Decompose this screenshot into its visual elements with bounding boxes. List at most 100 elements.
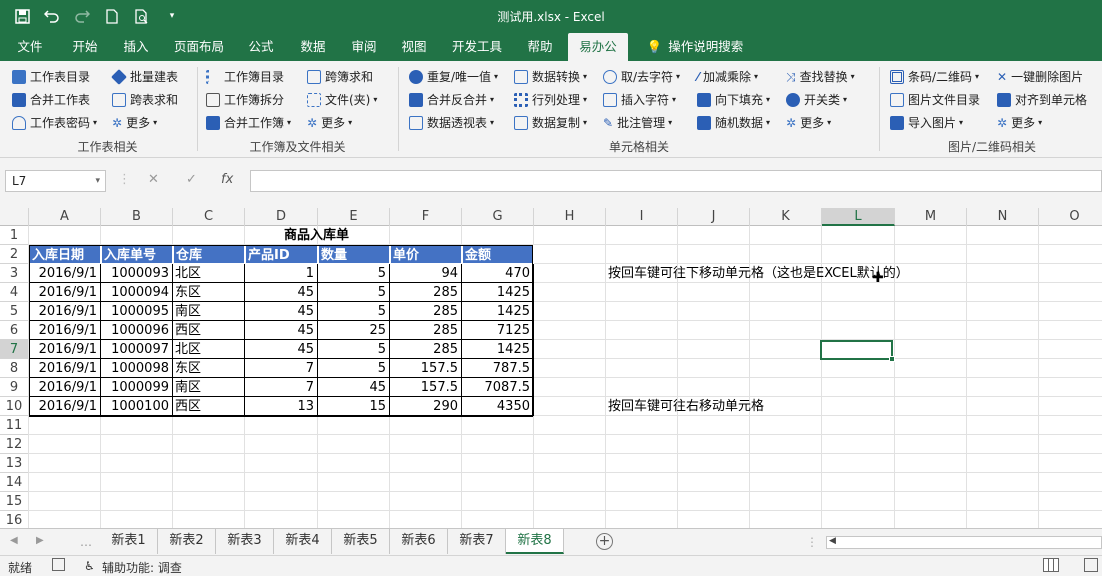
table-cell[interactable]: 45 xyxy=(245,340,318,359)
file-folder-button[interactable]: 文件(夹) ▾ xyxy=(307,90,377,110)
row-header-12[interactable]: 12 xyxy=(0,435,29,454)
sheet-tab-3[interactable]: 新表3 xyxy=(216,529,274,554)
table-cell[interactable]: 290 xyxy=(390,397,462,416)
extract-chars-button[interactable]: 取/去字符 ▾ xyxy=(603,67,680,87)
table-cell[interactable]: 285 xyxy=(390,340,462,359)
more-button-2[interactable]: ✲ 更多 ▾ xyxy=(307,113,352,133)
chevron-down-icon[interactable]: ▾ xyxy=(95,171,100,191)
tab-review[interactable]: 审阅 xyxy=(341,33,387,61)
import-images-button[interactable]: 导入图片 ▾ xyxy=(890,113,963,133)
table-header-cell[interactable]: 入库日期 xyxy=(29,245,101,264)
table-cell[interactable]: 2016/9/1 xyxy=(29,359,101,378)
column-header-d[interactable]: D xyxy=(245,208,318,226)
tab-insert[interactable]: 插入 xyxy=(113,33,159,61)
tab-home[interactable]: 开始 xyxy=(62,33,108,61)
table-cell[interactable]: 5 xyxy=(318,302,390,321)
table-cell[interactable]: 470 xyxy=(462,264,534,283)
formula-input[interactable] xyxy=(250,170,1102,192)
row-col-process-button[interactable]: 行列处理 ▾ xyxy=(514,90,587,110)
table-cell[interactable]: 1425 xyxy=(462,283,534,302)
batch-create-button[interactable]: 批量建表 xyxy=(111,67,178,87)
table-title[interactable]: 商品入库单 xyxy=(245,226,388,245)
workbook-split-button[interactable]: 工作簿拆分 xyxy=(206,90,284,110)
data-copy-button[interactable]: 数据复制 ▾ xyxy=(514,113,587,133)
column-header-h[interactable]: H xyxy=(534,208,606,226)
data-convert-button[interactable]: 数据转换 ▾ xyxy=(514,67,587,87)
table-header-cell[interactable]: 单价 xyxy=(390,245,462,264)
table-cell[interactable]: 南区 xyxy=(173,302,245,321)
table-cell[interactable]: 5 xyxy=(318,283,390,302)
scroll-right-icon[interactable]: ▶ xyxy=(36,535,44,546)
image-directory-button[interactable]: 图片文件目录 xyxy=(890,90,980,110)
column-header-n[interactable]: N xyxy=(967,208,1039,226)
align-to-cell-button[interactable]: 对齐到单元格 xyxy=(997,90,1087,110)
table-cell[interactable]: 7 xyxy=(245,359,318,378)
column-header-k[interactable]: K xyxy=(750,208,822,226)
enter-icon[interactable]: ✓ xyxy=(186,172,197,187)
row-header-8[interactable]: 8 xyxy=(0,359,29,378)
table-cell[interactable]: 1000099 xyxy=(101,378,173,397)
table-cell[interactable]: 45 xyxy=(318,378,390,397)
table-cell[interactable]: 2016/9/1 xyxy=(29,302,101,321)
table-cell[interactable]: 157.5 xyxy=(390,359,462,378)
sheet-tab-6[interactable]: 新表6 xyxy=(390,529,448,554)
table-cell[interactable]: 1000096 xyxy=(101,321,173,340)
table-cell[interactable]: 1000094 xyxy=(101,283,173,302)
sheet-tab-7[interactable]: 新表7 xyxy=(448,529,506,554)
more-button-3[interactable]: ✲ 更多 ▾ xyxy=(786,113,831,133)
table-cell[interactable]: 2016/9/1 xyxy=(29,321,101,340)
column-header-m[interactable]: M xyxy=(895,208,967,226)
table-cell[interactable]: 1000100 xyxy=(101,397,173,416)
cancel-icon[interactable]: ✕ xyxy=(148,172,159,187)
column-header-j[interactable]: J xyxy=(678,208,750,226)
table-cell[interactable]: 787.5 xyxy=(462,359,534,378)
workbook-directory-button[interactable]: 工作簿目录 xyxy=(206,67,284,87)
table-cell[interactable]: 13 xyxy=(245,397,318,416)
table-cell[interactable]: 北区 xyxy=(173,264,245,283)
table-cell[interactable]: 2016/9/1 xyxy=(29,397,101,416)
table-cell[interactable]: 西区 xyxy=(173,397,245,416)
row-header-11[interactable]: 11 xyxy=(0,416,29,435)
delete-images-button[interactable]: ✕ 一键删除图片 xyxy=(997,67,1083,87)
toggle-class-button[interactable]: 开关类 ▾ xyxy=(786,90,847,110)
table-cell[interactable]: 5 xyxy=(318,359,390,378)
row-header-15[interactable]: 15 xyxy=(0,492,29,511)
macro-record-icon[interactable] xyxy=(52,558,65,571)
table-cell[interactable]: 1 xyxy=(245,264,318,283)
table-header-cell[interactable]: 金额 xyxy=(462,245,534,264)
sheet-tab-8[interactable]: 新表8 xyxy=(506,529,564,554)
table-header-cell[interactable]: 数量 xyxy=(318,245,390,264)
tab-page-layout[interactable]: 页面布局 xyxy=(166,33,232,61)
table-cell[interactable]: 1000097 xyxy=(101,340,173,359)
table-cell[interactable]: 5 xyxy=(318,264,390,283)
column-header-b[interactable]: B xyxy=(101,208,173,226)
tab-file[interactable]: 文件 xyxy=(8,33,52,61)
insert-chars-button[interactable]: 插入字符 ▾ xyxy=(603,90,676,110)
sheet-tab-5[interactable]: 新表5 xyxy=(332,529,390,554)
row-header-2[interactable]: 2 xyxy=(0,245,29,264)
column-header-f[interactable]: F xyxy=(390,208,462,226)
tab-developer[interactable]: 开发工具 xyxy=(444,33,510,61)
column-header-e[interactable]: E xyxy=(318,208,390,226)
normal-view-icon[interactable] xyxy=(1043,558,1059,572)
fill-down-button[interactable]: 向下填充 ▾ xyxy=(697,90,770,110)
table-cell[interactable]: 2016/9/1 xyxy=(29,283,101,302)
scroll-left-icon[interactable]: ◀ xyxy=(10,535,18,546)
row-header-9[interactable]: 9 xyxy=(0,378,29,397)
table-cell[interactable]: 45 xyxy=(245,302,318,321)
column-header-c[interactable]: C xyxy=(173,208,245,226)
accessibility-icon[interactable]: ♿ xyxy=(84,559,95,573)
sheet-password-button[interactable]: 工作表密码 ▾ xyxy=(12,113,97,133)
page-layout-view-icon[interactable] xyxy=(1084,558,1098,572)
table-cell[interactable]: 7087.5 xyxy=(462,378,534,397)
row-header-14[interactable]: 14 xyxy=(0,473,29,492)
note-down[interactable]: 按回车键可往下移动单元格（这也是EXCEL默认的） xyxy=(608,264,909,283)
row-header-16[interactable]: 16 xyxy=(0,511,29,528)
cross-sheet-sum-button[interactable]: 跨表求和 xyxy=(112,90,178,110)
row-header-3[interactable]: 3 xyxy=(0,264,29,283)
merge-unmerge-button[interactable]: 合并反合并 ▾ xyxy=(409,90,494,110)
table-cell[interactable]: 1425 xyxy=(462,302,534,321)
tab-data[interactable]: 数据 xyxy=(290,33,336,61)
arithmetic-button[interactable]: ⁄ 加减乘除 ▾ xyxy=(697,67,758,87)
table-cell[interactable]: 1000098 xyxy=(101,359,173,378)
